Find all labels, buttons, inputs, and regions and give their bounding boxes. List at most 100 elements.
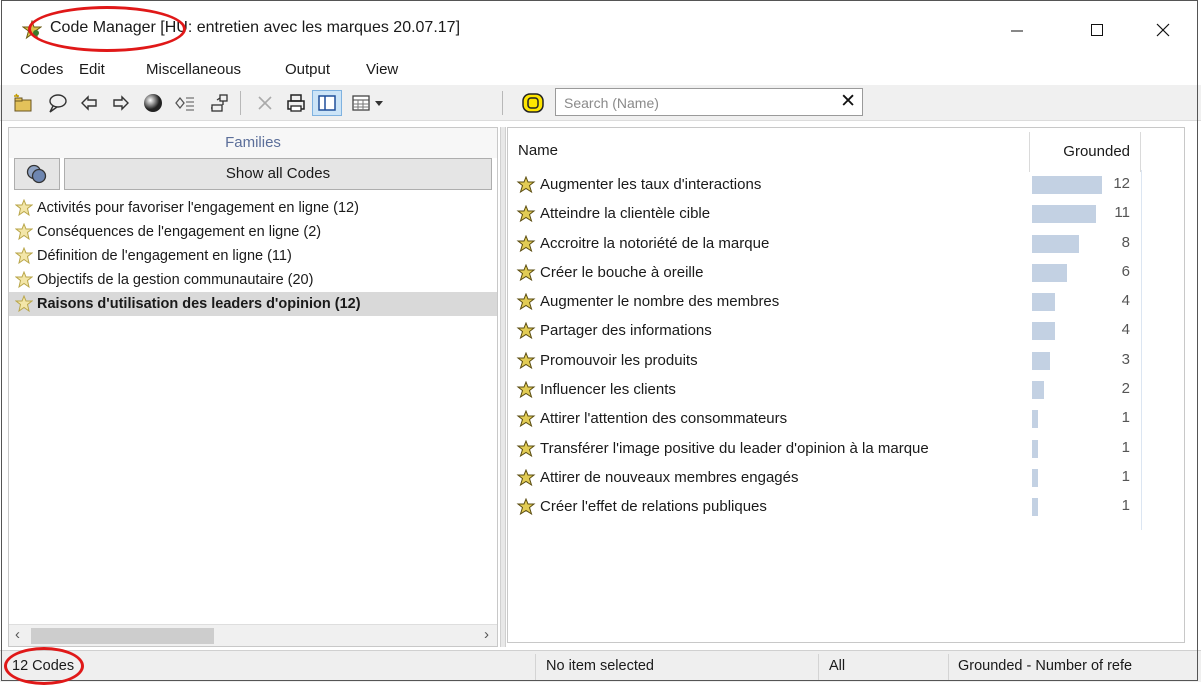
code-row[interactable]: Augmenter les taux d'interactions 12	[508, 170, 1184, 199]
color-sphere-icon	[144, 94, 162, 112]
maximize-button[interactable]	[1074, 14, 1120, 46]
close-button[interactable]	[1140, 14, 1186, 46]
table-view-button[interactable]	[348, 90, 374, 116]
code-row[interactable]: Promouvoir les produits 3	[508, 346, 1184, 375]
code-row[interactable]: Augmenter le nombre des membres 4	[508, 287, 1184, 316]
toolbar-separator	[240, 91, 241, 115]
code-icon	[516, 292, 536, 311]
delete-button[interactable]	[252, 90, 278, 116]
grounded-count: 12	[1113, 175, 1130, 192]
tree-icon	[211, 94, 228, 112]
grounded-bar	[1032, 205, 1096, 224]
family-icon	[14, 222, 34, 241]
menu-output[interactable]: Output	[285, 61, 330, 78]
family-icon	[14, 198, 34, 217]
menu-view[interactable]: View	[366, 61, 398, 78]
menu-codes[interactable]: Codes	[20, 61, 63, 78]
families-header: Families	[9, 128, 497, 158]
column-header-name[interactable]: Name	[518, 142, 558, 159]
family-item[interactable]: Objectifs de la gestion communautaire (2…	[9, 268, 497, 292]
status-selection: No item selected	[546, 658, 654, 674]
family-item[interactable]: Raisons d'utilisation des leaders d'opin…	[9, 292, 497, 316]
grounded-bar	[1032, 263, 1067, 282]
code-icon	[516, 410, 536, 428]
network-button[interactable]	[172, 90, 198, 116]
family-label: Objectifs de la gestion communautaire (2…	[37, 272, 314, 288]
status-filter: All	[829, 658, 846, 674]
search-box: ✕	[555, 88, 863, 116]
back-button[interactable]	[76, 90, 102, 116]
filter-button[interactable]	[520, 90, 546, 116]
code-icon	[516, 351, 536, 370]
search-input[interactable]	[562, 93, 822, 113]
grounded-bar	[1032, 351, 1050, 370]
horizontal-scrollbar[interactable]: ‹ ›	[9, 624, 497, 646]
scroll-left-icon[interactable]: ‹	[15, 626, 20, 643]
grounded-bar	[1032, 439, 1038, 458]
search-clear-button[interactable]: ✕	[840, 91, 856, 113]
minimize-button[interactable]	[994, 14, 1040, 46]
grounded-count: 3	[1121, 350, 1130, 368]
code-row[interactable]: Créer l'effet de relations publiques 1	[508, 492, 1184, 521]
code-row[interactable]: Transférer l'image positive du leader d'…	[508, 434, 1184, 463]
families-pane: Families Show all Codes Activités pour f…	[8, 127, 498, 647]
menu-edit[interactable]: Edit	[79, 61, 105, 78]
view-dropdown-arrow[interactable]	[372, 90, 386, 116]
grounded-bar	[1032, 381, 1044, 400]
code-name: Créer le bouche à oreille	[540, 263, 704, 281]
code-row[interactable]: Accroitre la notoriété de la marque 8	[508, 229, 1184, 258]
code-name: Influencer les clients	[540, 381, 676, 399]
code-row[interactable]: Attirer l'attention des consommateurs 1	[508, 404, 1184, 433]
family-item[interactable]: Définition de l'engagement en ligne (11)	[9, 244, 497, 268]
maximize-icon	[1091, 24, 1103, 36]
status-separator	[818, 654, 819, 680]
comment-button[interactable]	[44, 90, 70, 116]
close-icon	[1156, 23, 1170, 37]
scrollbar-thumb[interactable]	[31, 628, 214, 644]
code-icon	[516, 234, 536, 253]
family-item[interactable]: Activités pour favoriser l'engagement en…	[9, 196, 497, 220]
toolbar-separator	[502, 91, 503, 115]
window-title: Code Manager [HU: entretien avec les mar…	[50, 19, 460, 37]
code-row[interactable]: Influencer les clients 2	[508, 375, 1184, 404]
split-view-button[interactable]	[312, 90, 342, 116]
code-name: Promouvoir les produits	[540, 351, 698, 369]
window-title-doc: [HU: entretien avec les marques 20.07.17…	[160, 19, 461, 36]
code-name: Augmenter le nombre des membres	[540, 293, 780, 311]
print-button[interactable]	[283, 90, 309, 116]
families-icon	[26, 164, 47, 184]
app-icon	[22, 20, 42, 40]
code-row[interactable]: Attirer de nouveaux membres engagés 1	[508, 463, 1184, 492]
color-button[interactable]	[140, 90, 166, 116]
grounded-count: 1	[1121, 409, 1130, 427]
code-row[interactable]: Partager des informations 4	[508, 316, 1184, 345]
grounded-count: 4	[1121, 292, 1130, 310]
code-row[interactable]: Atteindre la clientèle cible 11	[508, 199, 1184, 228]
family-item[interactable]: Conséquences de l'engagement en ligne (2…	[9, 220, 497, 244]
title-bar: Code Manager [HU: entretien avec les mar…	[0, 0, 1201, 58]
column-header-grounded[interactable]: Grounded	[1029, 132, 1141, 172]
code-name: Attirer de nouveaux membres engagés	[540, 468, 799, 486]
family-label: Activités pour favoriser l'engagement en…	[37, 200, 359, 216]
status-separator	[948, 654, 949, 680]
code-name: Accroitre la notoriété de la marque	[540, 234, 770, 252]
new-code-button[interactable]	[10, 90, 36, 116]
code-row[interactable]: Créer le bouche à oreille 6	[508, 258, 1184, 287]
menu-miscellaneous[interactable]: Miscellaneous	[146, 61, 241, 78]
grounded-bar	[1032, 234, 1079, 253]
family-filter-toggle[interactable]	[14, 158, 60, 190]
grounded-bar	[1032, 498, 1038, 517]
family-label: Raisons d'utilisation des leaders d'opin…	[37, 296, 361, 312]
code-icon	[516, 497, 536, 516]
status-sort-mode: Grounded - Number of refe	[958, 658, 1133, 674]
status-bar: 12 Codes No item selected All Grounded -…	[0, 650, 1201, 682]
tree-button[interactable]	[206, 90, 232, 116]
pane-splitter[interactable]	[500, 127, 506, 647]
scroll-right-icon[interactable]: ›	[484, 626, 489, 643]
family-label: Conséquences de l'engagement en ligne (2…	[37, 224, 322, 240]
minimize-icon	[1011, 30, 1023, 32]
forward-button[interactable]	[108, 90, 134, 116]
show-all-codes-button[interactable]: Show all Codes	[64, 158, 492, 190]
grounded-count: 4	[1121, 321, 1130, 339]
code-name: Augmenter les taux d'interactions	[540, 176, 762, 193]
